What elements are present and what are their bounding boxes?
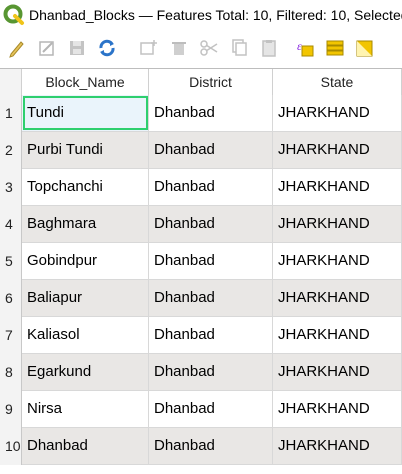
delete-feature-icon[interactable] <box>168 37 190 59</box>
row-number[interactable]: 10 <box>0 428 22 465</box>
table-cell[interactable]: JHARKHAND <box>273 428 402 464</box>
table-cell[interactable]: Dhanbad <box>149 317 273 353</box>
table-cell[interactable]: Topchanchi <box>22 169 149 205</box>
table-cell[interactable]: JHARKHAND <box>273 132 402 168</box>
reload-icon[interactable] <box>96 37 118 59</box>
table-row: 7 Kaliasol Dhanbad JHARKHAND <box>0 317 402 354</box>
table-cell[interactable]: Dhanbad <box>149 95 273 131</box>
window-title: Dhanbad_Blocks — Features Total: 10, Fil… <box>29 7 402 23</box>
add-feature-icon[interactable] <box>138 37 160 59</box>
cut-icon[interactable] <box>198 37 220 59</box>
table-row: 4 Baghmara Dhanbad JHARKHAND <box>0 206 402 243</box>
row-number[interactable]: 8 <box>0 354 22 391</box>
table-cell[interactable]: Dhanbad <box>149 169 273 205</box>
column-header-district[interactable]: District <box>149 69 273 95</box>
table-corner[interactable] <box>0 69 22 95</box>
select-all-icon[interactable] <box>324 37 346 59</box>
multi-edit-icon[interactable] <box>36 37 58 59</box>
table-cell[interactable]: Dhanbad <box>149 206 273 242</box>
row-number[interactable]: 2 <box>0 132 22 169</box>
table-row: 1 Tundi Dhanbad JHARKHAND <box>0 95 402 132</box>
table-cell[interactable]: Dhanbad <box>149 354 273 390</box>
table-cell[interactable]: Dhanbad <box>149 391 273 427</box>
attribute-table: Block_Name District State 1 Tundi Dhanba… <box>0 68 402 474</box>
row-number[interactable]: 4 <box>0 206 22 243</box>
column-header-block-name[interactable]: Block_Name <box>22 69 149 95</box>
table-cell[interactable]: JHARKHAND <box>273 391 402 427</box>
table-row: 2 Purbi Tundi Dhanbad JHARKHAND <box>0 132 402 169</box>
table-row: 10 Dhanbad Dhanbad JHARKHAND <box>0 428 402 465</box>
table-cell[interactable]: Dhanbad <box>149 132 273 168</box>
table-cell[interactable]: Nirsa <box>22 391 149 427</box>
table-cell[interactable]: JHARKHAND <box>273 317 402 353</box>
invert-selection-icon[interactable] <box>354 37 376 59</box>
row-number[interactable]: 9 <box>0 391 22 428</box>
table-cell[interactable]: Tundi <box>22 95 149 131</box>
table-row: 5 Gobindpur Dhanbad JHARKHAND <box>0 243 402 280</box>
table-cell[interactable]: Egarkund <box>22 354 149 390</box>
table-row: 3 Topchanchi Dhanbad JHARKHAND <box>0 169 402 206</box>
table-cell[interactable]: Dhanbad <box>149 280 273 316</box>
column-header-state[interactable]: State <box>273 69 402 95</box>
table-cell[interactable]: JHARKHAND <box>273 354 402 390</box>
table-cell[interactable]: Kaliasol <box>22 317 149 353</box>
save-edits-icon[interactable] <box>66 37 88 59</box>
table-cell[interactable]: JHARKHAND <box>273 169 402 205</box>
table-cell[interactable]: Gobindpur <box>22 243 149 279</box>
row-number[interactable]: 5 <box>0 243 22 280</box>
svg-text:ε: ε <box>297 39 302 53</box>
select-by-expression-icon[interactable]: ε <box>294 37 316 59</box>
table-cell[interactable]: JHARKHAND <box>273 206 402 242</box>
row-number[interactable]: 1 <box>0 95 22 132</box>
table-row: 6 Baliapur Dhanbad JHARKHAND <box>0 280 402 317</box>
row-number[interactable]: 3 <box>0 169 22 206</box>
qgis-icon <box>3 4 24 25</box>
table-cell[interactable]: JHARKHAND <box>273 243 402 279</box>
table-cell[interactable]: Dhanbad <box>22 428 149 464</box>
paste-icon[interactable] <box>258 37 280 59</box>
table-cell[interactable]: JHARKHAND <box>273 280 402 316</box>
table-cell[interactable]: JHARKHAND <box>273 95 402 131</box>
toggle-editing-icon[interactable] <box>6 37 28 59</box>
table-row: 8 Egarkund Dhanbad JHARKHAND <box>0 354 402 391</box>
row-number[interactable]: 6 <box>0 280 22 317</box>
table-cell[interactable]: Baghmara <box>22 206 149 242</box>
table-cell[interactable]: Dhanbad <box>149 243 273 279</box>
table-row: 9 Nirsa Dhanbad JHARKHAND <box>0 391 402 428</box>
table-cell[interactable]: Purbi Tundi <box>22 132 149 168</box>
table-cell[interactable]: Baliapur <box>22 280 149 316</box>
table-cell[interactable]: Dhanbad <box>149 428 273 464</box>
window-titlebar: Dhanbad_Blocks — Features Total: 10, Fil… <box>0 0 402 30</box>
row-number[interactable]: 7 <box>0 317 22 354</box>
copy-icon[interactable] <box>228 37 250 59</box>
table-header: Block_Name District State <box>0 69 402 96</box>
attribute-table-toolbar: ε <box>0 32 402 64</box>
